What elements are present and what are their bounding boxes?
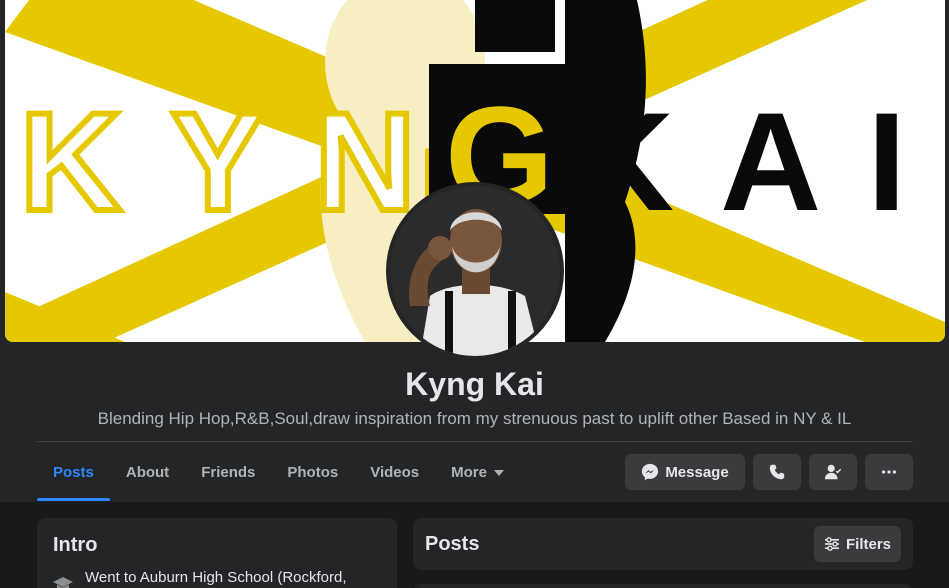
- tab-friends[interactable]: Friends: [185, 443, 271, 501]
- tab-videos[interactable]: Videos: [354, 443, 435, 501]
- graduation-cap-icon: [53, 577, 73, 588]
- filters-label: Filters: [845, 535, 891, 553]
- profile-picture[interactable]: [386, 182, 564, 360]
- cover-logo-left: KYN: [20, 83, 466, 240]
- filters-button[interactable]: Filters: [814, 526, 901, 562]
- call-button[interactable]: [753, 454, 801, 490]
- tab-more[interactable]: More: [435, 443, 520, 501]
- tab-label: Photos: [287, 463, 339, 481]
- tab-about[interactable]: About: [110, 443, 185, 501]
- message-button[interactable]: Message: [625, 454, 745, 490]
- intro-card: Intro Went to Auburn High School (Rockfo…: [37, 518, 397, 588]
- filters-icon: [824, 537, 839, 551]
- more-options-button[interactable]: [865, 454, 913, 490]
- phone-icon: [769, 464, 785, 480]
- cover-logo-right: KAI: [573, 83, 945, 240]
- tab-label: More: [451, 463, 487, 481]
- avatar: [390, 186, 560, 356]
- friend-status-button[interactable]: [809, 454, 857, 490]
- header-divider: [37, 441, 913, 442]
- ellipsis-icon: [881, 470, 897, 474]
- messenger-icon: [642, 463, 659, 481]
- profile-tabs: Posts About Friends Photos Videos More: [37, 443, 520, 501]
- message-label: Message: [665, 463, 729, 481]
- education-text: Went to Auburn High School (Rockford,: [85, 569, 347, 586]
- posts-card: Posts Filters: [413, 518, 913, 570]
- tab-label: Posts: [53, 463, 94, 481]
- tab-photos[interactable]: Photos: [271, 443, 354, 501]
- intro-education: Went to Auburn High School (Rockford,: [53, 569, 347, 588]
- profile-name: Kyng Kai: [405, 366, 544, 402]
- posts-title: Posts: [425, 533, 480, 555]
- intro-title: Intro: [53, 534, 98, 556]
- profile-bio: Blending Hip Hop,R&B,Soul,draw inspirati…: [97, 409, 852, 428]
- tab-label: Friends: [201, 463, 256, 481]
- caret-down-icon: [493, 470, 504, 476]
- profile-actions: Message: [625, 454, 913, 490]
- tab-posts[interactable]: Posts: [37, 443, 110, 501]
- tab-label: About: [125, 463, 170, 481]
- friends-icon: [824, 464, 842, 480]
- tab-label: Videos: [370, 463, 420, 481]
- post-card: [413, 584, 913, 588]
